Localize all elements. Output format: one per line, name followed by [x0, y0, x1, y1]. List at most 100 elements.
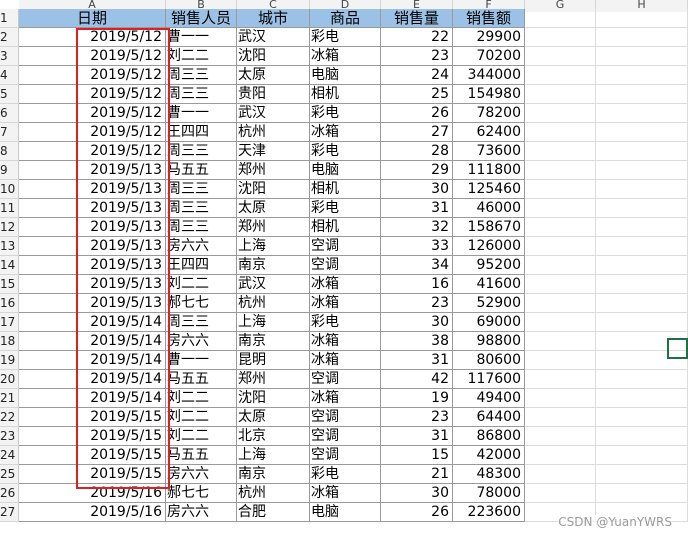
table-cell[interactable]: [596, 408, 688, 427]
table-cell[interactable]: 64400: [453, 408, 525, 427]
table-cell[interactable]: [525, 465, 596, 484]
table-cell[interactable]: 马五五: [166, 161, 237, 180]
table-cell[interactable]: 空调: [310, 446, 381, 465]
table-cell[interactable]: [596, 180, 688, 199]
table-cell[interactable]: 太原: [237, 66, 310, 85]
table-cell[interactable]: 29: [381, 161, 453, 180]
table-cell[interactable]: 31: [381, 351, 453, 370]
table-cell[interactable]: 周三三: [166, 180, 237, 199]
table-cell[interactable]: [525, 313, 596, 332]
table-cell[interactable]: 马五五: [166, 446, 237, 465]
table-cell[interactable]: 41600: [453, 275, 525, 294]
table-cell[interactable]: [596, 161, 688, 180]
table-cell[interactable]: 马五五: [166, 370, 237, 389]
table-cell[interactable]: 2019/5/16: [19, 484, 166, 503]
table-cell[interactable]: 相机: [310, 180, 381, 199]
row-number[interactable]: 16: [0, 294, 19, 313]
table-cell[interactable]: [596, 218, 688, 237]
table-cell[interactable]: 武汉: [237, 28, 310, 47]
table-cell[interactable]: 78000: [453, 484, 525, 503]
table-cell[interactable]: [525, 275, 596, 294]
row-number[interactable]: 8: [0, 142, 19, 161]
row-number[interactable]: 4: [0, 66, 19, 85]
table-cell[interactable]: 42000: [453, 446, 525, 465]
table-cell[interactable]: [525, 85, 596, 104]
table-cell[interactable]: [596, 389, 688, 408]
table-cell[interactable]: 125460: [453, 180, 525, 199]
table-cell[interactable]: 48300: [453, 465, 525, 484]
table-cell[interactable]: 30: [381, 180, 453, 199]
table-cell[interactable]: 34: [381, 256, 453, 275]
table-cell[interactable]: 杭州: [237, 123, 310, 142]
table-cell[interactable]: 26: [381, 503, 453, 522]
table-cell[interactable]: 沈阳: [237, 389, 310, 408]
table-cell[interactable]: 2019/5/14: [19, 370, 166, 389]
table-cell[interactable]: 27: [381, 123, 453, 142]
row-number[interactable]: 18: [0, 332, 19, 351]
table-cell[interactable]: [596, 28, 688, 47]
header-cell[interactable]: 城市: [237, 9, 310, 28]
table-cell[interactable]: [525, 28, 596, 47]
table-cell[interactable]: 26: [381, 104, 453, 123]
table-cell[interactable]: 刘二二: [166, 427, 237, 446]
table-cell[interactable]: 98800: [453, 332, 525, 351]
table-cell[interactable]: 太原: [237, 199, 310, 218]
row-number[interactable]: 6: [0, 104, 19, 123]
table-cell[interactable]: 上海: [237, 237, 310, 256]
table-cell[interactable]: 23: [381, 47, 453, 66]
table-cell[interactable]: 2019/5/13: [19, 237, 166, 256]
table-cell[interactable]: 2019/5/14: [19, 351, 166, 370]
table-cell[interactable]: 南京: [237, 465, 310, 484]
table-cell[interactable]: [525, 484, 596, 503]
table-cell[interactable]: 30: [381, 313, 453, 332]
table-cell[interactable]: 126000: [453, 237, 525, 256]
table-cell[interactable]: [596, 446, 688, 465]
table-cell[interactable]: [596, 199, 688, 218]
table-cell[interactable]: 周三三: [166, 199, 237, 218]
table-cell[interactable]: [525, 47, 596, 66]
table-cell[interactable]: 29900: [453, 28, 525, 47]
header-cell[interactable]: 销售量: [381, 9, 453, 28]
table-cell[interactable]: 2019/5/13: [19, 275, 166, 294]
table-cell[interactable]: 223600: [453, 503, 525, 522]
table-cell[interactable]: 2019/5/12: [19, 66, 166, 85]
table-cell[interactable]: 2019/5/15: [19, 408, 166, 427]
row-number[interactable]: 24: [0, 446, 19, 465]
table-cell[interactable]: [525, 142, 596, 161]
table-cell[interactable]: 刘二二: [166, 389, 237, 408]
table-cell[interactable]: 80600: [453, 351, 525, 370]
row-number[interactable]: 5: [0, 85, 19, 104]
row-number[interactable]: 15: [0, 275, 19, 294]
table-cell[interactable]: 房六六: [166, 503, 237, 522]
table-cell[interactable]: 46000: [453, 199, 525, 218]
table-cell[interactable]: [525, 256, 596, 275]
table-cell[interactable]: 52900: [453, 294, 525, 313]
table-cell[interactable]: 2019/5/16: [19, 503, 166, 522]
row-number[interactable]: 26: [0, 484, 19, 503]
table-cell[interactable]: 95200: [453, 256, 525, 275]
table-cell[interactable]: 23: [381, 294, 453, 313]
table-cell[interactable]: 冰箱: [310, 47, 381, 66]
row-number[interactable]: 10: [0, 180, 19, 199]
table-cell[interactable]: 38: [381, 332, 453, 351]
table-cell[interactable]: [525, 389, 596, 408]
table-cell[interactable]: 周三三: [166, 313, 237, 332]
table-cell[interactable]: [525, 408, 596, 427]
table-cell[interactable]: 73600: [453, 142, 525, 161]
row-number[interactable]: 9: [0, 161, 19, 180]
table-cell[interactable]: 2019/5/14: [19, 313, 166, 332]
table-cell[interactable]: 33: [381, 237, 453, 256]
table-cell[interactable]: 曹一一: [166, 351, 237, 370]
table-cell[interactable]: 曹一一: [166, 104, 237, 123]
table-cell[interactable]: 彩电: [310, 199, 381, 218]
table-cell[interactable]: [525, 123, 596, 142]
row-number[interactable]: 23: [0, 427, 19, 446]
table-cell[interactable]: [596, 104, 688, 123]
table-cell[interactable]: 62400: [453, 123, 525, 142]
table-cell[interactable]: 2019/5/13: [19, 294, 166, 313]
row-number[interactable]: 2: [0, 28, 19, 47]
table-cell[interactable]: 30: [381, 484, 453, 503]
table-cell[interactable]: [596, 142, 688, 161]
table-cell[interactable]: 111800: [453, 161, 525, 180]
row-number[interactable]: 25: [0, 465, 19, 484]
